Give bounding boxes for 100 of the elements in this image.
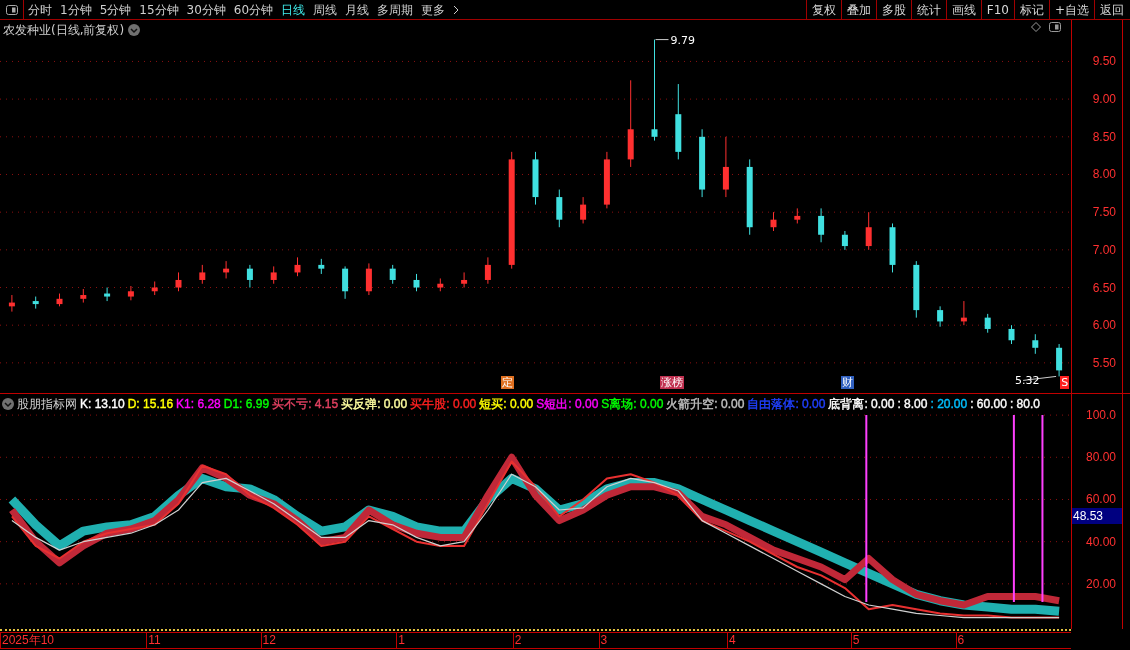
toolbar-button[interactable]: 多股 xyxy=(875,0,911,19)
date-axis-label: 11 xyxy=(146,633,161,648)
legend-value: : 20.00 xyxy=(930,397,968,411)
event-marker[interactable]: 财 xyxy=(841,376,855,389)
date-axis-label: 2025年10 xyxy=(0,633,55,648)
period-tab[interactable]: 1分钟 xyxy=(60,0,92,19)
candlestick xyxy=(246,264,253,288)
candlestick xyxy=(175,271,182,292)
candlestick xyxy=(127,285,134,301)
period-tab[interactable]: 多周期 xyxy=(377,0,414,19)
legend-value: 底背离: 0.00 xyxy=(828,397,895,411)
toolbar-button[interactable]: 画线 xyxy=(945,0,981,19)
legend-value: : 8.00 xyxy=(897,397,928,411)
indicator-axis-label: 80.00 xyxy=(1085,450,1116,465)
legend-value: S离场: 0.00 xyxy=(601,397,664,411)
period-tab[interactable]: 日线 xyxy=(281,0,306,19)
candlestick xyxy=(794,207,801,224)
toolbar-button[interactable]: 复权 xyxy=(805,0,841,19)
price-axis-label: 8.50 xyxy=(1092,129,1116,144)
candlestick xyxy=(1056,343,1063,377)
candlestick xyxy=(365,262,372,296)
legend-value: K1: 6.28 xyxy=(176,397,221,411)
candlestick xyxy=(865,211,872,251)
date-axis-label: 5 xyxy=(850,633,860,648)
candlestick xyxy=(984,313,991,334)
indicator-axis-label: 60.00 xyxy=(1085,492,1116,507)
toolbar-button[interactable]: +自选 xyxy=(1048,0,1094,19)
legend-value: D: 15.16 xyxy=(127,397,174,411)
candlestick xyxy=(699,128,706,198)
candlestick xyxy=(294,256,301,277)
candlestick xyxy=(223,260,230,279)
indicator-name: 股朋指标网 xyxy=(17,397,77,411)
dropdown-icon[interactable] xyxy=(2,398,14,410)
candlestick xyxy=(960,300,967,326)
chart-title: 农发种业(日线,前复权) xyxy=(3,22,125,39)
price-axis-label: 7.50 xyxy=(1092,205,1116,220)
event-marker[interactable]: S xyxy=(1060,376,1070,389)
legend-value: S短出: 0.00 xyxy=(536,397,599,411)
price-callout: 9.79 xyxy=(655,33,695,47)
candlestick xyxy=(56,293,63,307)
candlestick xyxy=(8,294,15,313)
indicator-axis-label: 40.00 xyxy=(1085,534,1116,549)
candlestick xyxy=(437,277,444,292)
indicator-axis-label: 20.00 xyxy=(1085,576,1116,591)
price-axis-label: 6.00 xyxy=(1092,318,1116,333)
candlestick xyxy=(413,273,420,292)
date-axis-label: 6 xyxy=(955,633,965,648)
period-tab[interactable]: 15分钟 xyxy=(139,0,179,19)
price-callout: 5.32 xyxy=(1015,374,1057,388)
toolbar-button[interactable]: 返回 xyxy=(1094,0,1129,19)
legend-value: D1: 6.99 xyxy=(223,397,270,411)
price-axis-label: 7.00 xyxy=(1092,242,1116,257)
date-axis-label: 1 xyxy=(396,633,405,648)
candlestick xyxy=(1032,333,1039,355)
legend-value: 短买: 0.00 xyxy=(479,397,534,411)
candlestick xyxy=(151,281,158,296)
date-axis-label: 3 xyxy=(598,633,608,648)
date-axis-label: 2 xyxy=(512,633,522,648)
period-tab[interactable]: 30分钟 xyxy=(186,0,226,19)
candlestick xyxy=(484,256,491,285)
candlestick xyxy=(342,265,349,300)
toolbar-button[interactable]: F10 xyxy=(980,0,1014,19)
candlestick xyxy=(104,287,111,302)
toolbar-button[interactable]: 统计 xyxy=(910,0,946,19)
annotation: 9.79 xyxy=(670,33,695,47)
candlestick xyxy=(318,258,325,275)
event-marker[interactable]: 涨榜 xyxy=(660,376,685,389)
period-tab[interactable]: 更多 xyxy=(421,0,446,19)
period-tab[interactable]: 分时 xyxy=(28,0,52,19)
candlestick xyxy=(270,265,277,285)
candlestick xyxy=(461,271,468,288)
toolbar-button[interactable]: 标记 xyxy=(1013,0,1049,19)
candlestick xyxy=(913,260,920,319)
date-axis-label: 12 xyxy=(260,633,276,648)
legend-value: : 80.0 xyxy=(1009,397,1040,411)
toolbar-button[interactable]: 叠加 xyxy=(840,0,876,19)
period-tab[interactable]: 月线 xyxy=(345,0,370,19)
legend-value: K: 13.10 xyxy=(80,397,125,411)
period-tab[interactable]: 5分钟 xyxy=(99,0,132,19)
candlestick xyxy=(1008,324,1015,345)
legend-value: 自由落体: 0.00 xyxy=(747,397,826,411)
candlestick xyxy=(532,151,539,206)
annotation: 5.32 xyxy=(1015,374,1040,388)
price-axis-label: 9.00 xyxy=(1092,92,1116,107)
indicator-axis-label: 100.0 xyxy=(1085,408,1116,423)
period-tab[interactable]: 60分钟 xyxy=(233,0,274,19)
candlestick xyxy=(770,211,777,232)
candlestick xyxy=(841,230,848,251)
candlestick xyxy=(80,288,87,304)
chevron-right-icon[interactable] xyxy=(453,4,460,15)
panel-toggle-icon[interactable] xyxy=(1049,22,1061,32)
legend-value: : 60.00 xyxy=(970,397,1007,411)
candlestick xyxy=(889,222,896,273)
period-tab[interactable]: 周线 xyxy=(313,0,338,19)
candlestick xyxy=(580,196,587,224)
legend-value: 买牛股: 0.00 xyxy=(410,397,477,411)
legend-value: 火箭升空: 0.00 xyxy=(666,397,745,411)
dropdown-icon[interactable] xyxy=(128,24,141,36)
panel-toggle-icon xyxy=(5,4,18,15)
price-axis-label: 9.50 xyxy=(1092,54,1116,69)
